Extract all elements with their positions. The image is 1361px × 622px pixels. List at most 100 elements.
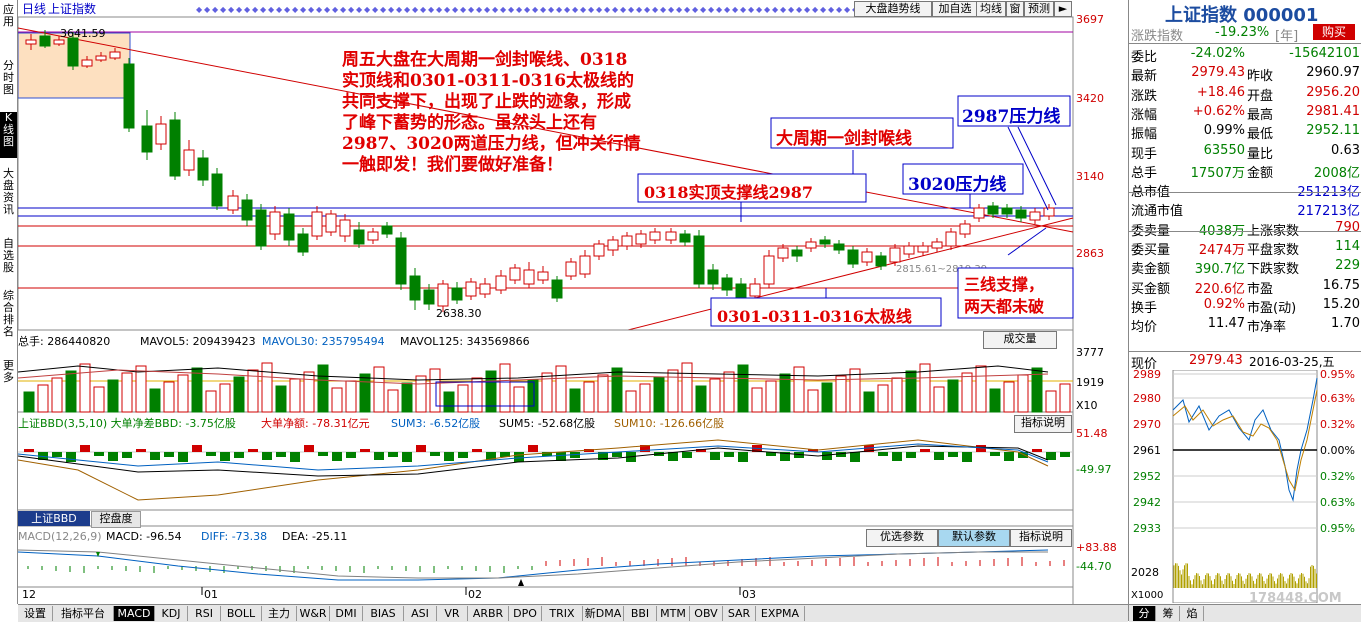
buy-button[interactable]: 购买: [1313, 24, 1355, 40]
tab-vr-11[interactable]: VR: [437, 606, 468, 621]
bbd-bar: [346, 452, 356, 458]
bbd-sum5: SUM5: -52.68亿股: [499, 417, 595, 430]
volume-bar: [639, 383, 651, 413]
quote-row: 卖金额 390.7亿 下跌家数 229: [1129, 257, 1361, 277]
tab-control[interactable]: 控盘度: [91, 511, 141, 528]
sidebar-item-intraday[interactable]: 分时图: [0, 60, 17, 102]
diamond-mark: ◆: [660, 5, 667, 14]
macd-help-button[interactable]: 指标说明: [1010, 529, 1072, 547]
quote-date: 2016-03-25,五: [1249, 355, 1335, 369]
bbd-bar: [514, 452, 524, 462]
bbd-bar: [122, 452, 132, 458]
trend-line-button[interactable]: 大盘趋势线: [854, 1, 932, 17]
tab-trix-14[interactable]: TRIX: [542, 606, 583, 621]
bbd-bar: [1032, 449, 1042, 452]
ma-button[interactable]: 均线: [976, 1, 1006, 17]
diamond-mark: ◆: [740, 5, 747, 14]
volume-bar: [471, 377, 483, 413]
tab-mtm-17[interactable]: MTM: [657, 606, 690, 621]
sidebar-item-apps[interactable]: 应用: [0, 4, 17, 46]
bbd-bar: [360, 449, 370, 452]
tab-kdj-3[interactable]: KDJ: [155, 606, 188, 621]
tab-chip[interactable]: 筹: [1157, 606, 1180, 621]
diamond-mark: ◆: [828, 5, 835, 14]
diamond-mark: ◆: [524, 5, 531, 14]
diamond-mark: ◆: [820, 5, 827, 14]
tab-bias-9[interactable]: BIAS: [363, 606, 404, 621]
sidebar-item-more[interactable]: 更多: [0, 360, 17, 402]
quote-row: 振幅 0.99% 最低 2952.11: [1129, 122, 1361, 142]
quote-row: 总市值 251213亿: [1129, 180, 1361, 200]
volume-bar: [1017, 374, 1029, 413]
sidebar-item-watchlist[interactable]: 自选股: [0, 238, 17, 280]
quote-value: 2979.43: [1191, 65, 1245, 81]
tab-wr-7[interactable]: W&R: [297, 606, 330, 621]
annotation-support-a: 三线支撑，: [964, 275, 1045, 294]
quote-value-2: 15.20: [1322, 296, 1360, 312]
candle-body: [875, 255, 887, 267]
tab--6[interactable]: 主力: [262, 606, 297, 621]
diamond-mark: ◆: [756, 5, 763, 14]
tab-dpo-13[interactable]: DPO: [509, 606, 542, 621]
tab-asi-10[interactable]: ASI: [404, 606, 437, 621]
candle-body: [931, 241, 943, 249]
volume-bar: [275, 385, 287, 413]
tab-rsi-4[interactable]: RSI: [188, 606, 221, 621]
volume-bar: [933, 386, 945, 413]
bbd-bar: [976, 445, 986, 452]
quote-panel: 上证指数 000001 涨跌指数 -19.23% [年] 购买 委比 -24.02…: [1128, 0, 1361, 622]
diamond-mark: ◆: [228, 5, 235, 14]
candle-body: [917, 245, 929, 253]
forecast-button[interactable]: 预测: [1024, 1, 1054, 17]
sidebar-item-ranking[interactable]: 综合排名: [0, 290, 17, 346]
candle-body: [635, 233, 647, 245]
tab--1[interactable]: 指标平台: [53, 606, 114, 621]
bbd-bar: [178, 452, 188, 462]
annotation-taiji: 0301-0311-0316太极线: [717, 307, 912, 326]
quote-row: 委卖量 4038万 上涨家数 790: [1129, 219, 1361, 239]
tab-bbd[interactable]: 上证BBD: [18, 511, 90, 526]
quote-row: 流通市值 217213亿: [1129, 199, 1361, 219]
volume-bar: [317, 364, 329, 413]
indicator-tab-bar: 设置 指标平台 MACD KDJ RSI BOLL 主力 W&R DMI BIAS ASI VR ARB…: [18, 604, 1128, 622]
mini-right-label: 0.63%: [1320, 496, 1355, 509]
candle-body: [693, 235, 705, 285]
quote-value: 63550: [1203, 142, 1245, 158]
volume-bar: [681, 362, 693, 413]
bbd-help-button[interactable]: 指标说明: [1014, 415, 1072, 433]
bbd-bar: [962, 452, 972, 462]
vol-ma125: MAVOL125: 343569866: [400, 335, 530, 348]
add-watchlist-button[interactable]: 加自选: [932, 1, 978, 17]
tab-obv-18[interactable]: OBV: [690, 606, 723, 621]
tab--0[interactable]: 设置: [18, 606, 53, 621]
tab-boll-5[interactable]: BOLL: [221, 606, 262, 621]
volume-button[interactable]: 成交量: [983, 331, 1057, 349]
sidebar-item-kline[interactable]: K线图: [0, 112, 17, 158]
tab-macd-2[interactable]: MACD: [114, 606, 155, 621]
tab-sar-19[interactable]: SAR: [723, 606, 756, 621]
tab-min[interactable]: 分: [1133, 606, 1156, 621]
quote-label: 总手: [1131, 165, 1158, 181]
volume-bar: [891, 377, 903, 413]
tab-flame[interactable]: 焰: [1181, 606, 1204, 621]
tab-dmi-8[interactable]: DMI: [330, 606, 363, 621]
tab-expma-20[interactable]: EXPMA: [756, 606, 805, 621]
bbd-bar: [374, 452, 384, 460]
volume-bar: [93, 386, 105, 413]
bbd-bar: [304, 445, 314, 452]
bbd-bar: [66, 452, 76, 462]
diamond-mark: ◆: [276, 5, 283, 14]
tab-arbr-12[interactable]: ARBR: [468, 606, 509, 621]
diamond-mark: ◆: [812, 5, 819, 14]
macd-default-params-button[interactable]: 默认参数: [938, 529, 1010, 547]
tab-dma-15[interactable]: 新DMA: [583, 606, 624, 621]
candle-body: [197, 157, 209, 181]
macd-preferred-params-button[interactable]: 优选参数: [866, 529, 938, 547]
sidebar-item-news[interactable]: 大盘资讯: [0, 168, 17, 224]
candle-body: [1029, 211, 1041, 221]
quote-value: 11.47: [1207, 316, 1245, 332]
window-button[interactable]: 窗: [1006, 1, 1024, 17]
volume-bar: [611, 367, 623, 413]
tab-bbi-16[interactable]: BBI: [624, 606, 657, 621]
expand-icon[interactable]: ►: [1054, 1, 1072, 17]
